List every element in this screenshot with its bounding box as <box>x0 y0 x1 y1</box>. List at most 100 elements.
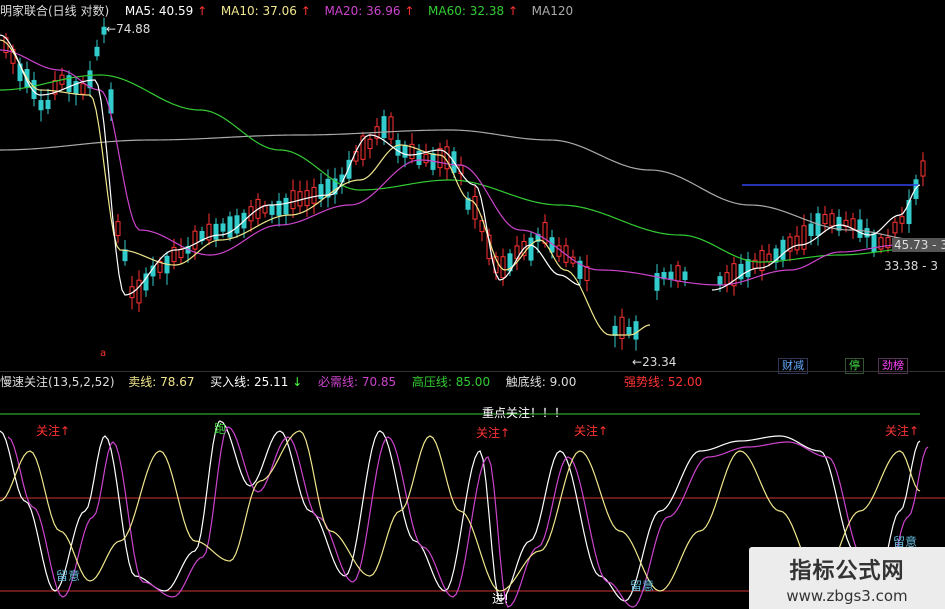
candle-body <box>269 204 275 215</box>
ma5-line <box>0 34 581 296</box>
pane-divider <box>0 371 945 372</box>
candle-body <box>794 235 800 251</box>
candle-body <box>892 221 898 234</box>
sell-line-label: 卖线: <box>128 375 157 389</box>
ma20-arrow: ↑ <box>404 4 415 18</box>
up-arrow-icon: ↑ <box>598 424 609 438</box>
candle-body <box>290 190 296 210</box>
candle-body <box>353 150 359 162</box>
main-chart-header: 明家联合(日线 对数) MA5: 40.59 ↑ MA10: 37.06 ↑ M… <box>0 3 573 19</box>
candle-body <box>437 147 443 169</box>
low-price-label: ←23.34 <box>632 355 677 369</box>
candle-body <box>136 279 142 304</box>
run-marker: 跑 <box>214 422 227 436</box>
candle-body <box>584 266 590 281</box>
attention-marker-1: 关注↑ <box>36 424 71 438</box>
candle-body <box>899 216 905 224</box>
candle-body <box>297 191 303 207</box>
candle-body <box>857 219 863 238</box>
high-price-label: ←74.88 <box>106 22 151 36</box>
small-marker: a <box>100 348 107 359</box>
candle-body <box>822 214 828 225</box>
ma20-label: MA20: <box>324 4 363 18</box>
indicator-header: 慢速关注(13,5,2,52) 卖线: 78.67 买入线: 25.11 ↓ 必… <box>0 374 702 390</box>
left-arrow-icon: ← <box>106 22 117 36</box>
candle-body <box>871 233 877 253</box>
stock-title: 明家联合(日线 对数) <box>0 4 110 18</box>
candle-body <box>920 160 926 177</box>
candle-body <box>668 271 674 280</box>
candle-body <box>745 259 751 278</box>
ma60-label: MA60: <box>428 4 466 18</box>
high-pressure-label: 高压线: <box>411 375 452 389</box>
candle-body <box>472 195 478 220</box>
candle-body <box>423 153 429 164</box>
candle-body <box>402 144 408 158</box>
candle-body <box>227 216 233 238</box>
candle-body <box>234 215 240 234</box>
candle-body <box>724 272 730 285</box>
caution-marker-1: 留意 <box>56 569 81 583</box>
candle-body <box>780 239 786 260</box>
watermark-title: 指标公式网 <box>789 559 905 584</box>
candle-body <box>626 326 632 335</box>
right-price-label-2: 33.38 - 3 <box>884 259 938 273</box>
candle-body <box>906 199 912 225</box>
enter-marker: 进! <box>492 592 509 606</box>
right-price-label-1: 45.73 - 3 <box>892 238 945 252</box>
high-pressure-value: 85.00 <box>455 375 491 389</box>
candle-body <box>850 218 856 230</box>
attention-marker-2: 关注↑ <box>476 426 511 440</box>
candle-body <box>276 200 282 216</box>
candle-body <box>115 221 121 237</box>
candle-body <box>829 213 835 227</box>
candle-body <box>94 46 100 57</box>
ma120-label: MA120 <box>531 4 574 18</box>
candle-body <box>388 116 394 140</box>
sell-line-value: 78.67 <box>160 375 195 389</box>
attention-marker-3: 关注↑ <box>574 424 609 438</box>
candle-body <box>836 216 842 231</box>
ma5-value: 40.59 <box>158 4 194 18</box>
ma5-arrow: ↑ <box>197 4 208 18</box>
candle-body <box>633 321 639 340</box>
attention-marker-4: 关注↑ <box>885 424 920 438</box>
candle-body <box>122 249 128 262</box>
candle-body <box>766 253 772 263</box>
ma60-value: 32.38 <box>469 4 505 18</box>
ma10-value: 37.06 <box>262 4 297 18</box>
left-arrow-icon: ← <box>632 355 643 369</box>
candle-body <box>500 256 506 279</box>
candle-body <box>318 184 324 200</box>
candle-body <box>283 197 289 215</box>
candle-body <box>717 276 723 286</box>
caution-marker-2: 留意 <box>630 579 655 593</box>
ma10-arrow: ↑ <box>300 4 311 18</box>
candle-body <box>220 223 226 232</box>
candle-body <box>801 225 807 250</box>
candle-body <box>38 100 44 111</box>
focus-title: 重点关注！！！ <box>482 406 567 420</box>
buy-line-label: 买入线: <box>210 375 251 389</box>
strong-line-label: 强势线: <box>623 375 665 389</box>
candle-body <box>612 325 618 336</box>
candle-body <box>311 186 317 204</box>
ma5-label: MA5: <box>124 4 156 18</box>
buy-line-arrow: ↓ <box>292 375 303 389</box>
candle-body <box>682 271 688 280</box>
up-arrow-icon: ↑ <box>909 424 920 438</box>
candle-body <box>192 230 198 250</box>
chart-window[interactable]: 明家联合(日线 对数) MA5: 40.59 ↑ MA10: 37.06 ↑ M… <box>0 0 945 609</box>
candlesticks <box>3 17 926 351</box>
candle-body <box>80 83 86 95</box>
price-chart[interactable] <box>0 0 945 372</box>
candle-body <box>213 223 219 240</box>
must-rise-value: 70.85 <box>361 375 397 389</box>
indicator-name: 慢速关注(13,5,2,52) <box>0 375 115 389</box>
ma20-value: 36.96 <box>366 4 401 18</box>
candle-body <box>675 265 681 282</box>
candle-body <box>731 263 737 287</box>
bottom-line-value: 9.00 <box>549 375 577 389</box>
candle-body <box>864 228 870 238</box>
candle-body <box>367 138 373 150</box>
